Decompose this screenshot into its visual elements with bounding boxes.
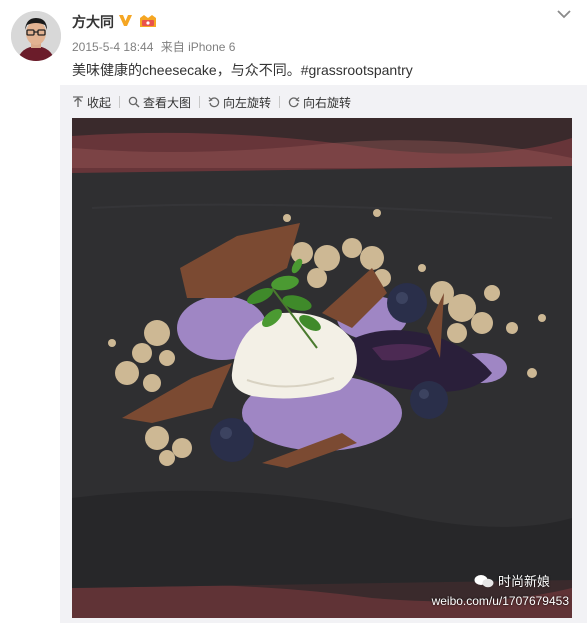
post-source[interactable]: 来自 iPhone 6 (161, 40, 236, 54)
magnifier-icon (128, 96, 140, 108)
view-large-button[interactable]: 查看大图 (128, 94, 191, 111)
media-panel: 收起 查看大图 向左旋转 向右旋转 时尚新娘 weibo.com/u/17076… (60, 85, 587, 623)
toolbar-divider (119, 96, 121, 108)
wechat-icon (474, 574, 494, 587)
post-photo[interactable]: 时尚新娘 weibo.com/u/1707679453 (72, 118, 572, 618)
vip-badge-icon[interactable] (138, 13, 158, 29)
watermark-logo: 时尚新娘 (474, 571, 550, 590)
collapse-button[interactable]: 收起 (72, 94, 111, 111)
rotate-left-button[interactable]: 向左旋转 (208, 94, 271, 111)
author-name[interactable]: 方大同 (72, 12, 114, 32)
post-timestamp[interactable]: 2015-5-4 18:44 (72, 40, 153, 54)
toolbar-divider (279, 96, 281, 108)
toolbar-divider (199, 96, 201, 108)
rotate-left-label: 向左旋转 (223, 95, 272, 110)
view-large-label: 查看大图 (143, 95, 192, 110)
verified-v-icon[interactable] (118, 13, 133, 28)
collapse-label: 收起 (87, 95, 112, 110)
avatar[interactable] (11, 11, 61, 61)
post-meta: 2015-5-4 18:44 来自 iPhone 6 (72, 38, 239, 55)
rotate-right-button[interactable]: 向右旋转 (288, 94, 351, 111)
media-toolbar: 收起 查看大图 向左旋转 向右旋转 (72, 93, 351, 111)
avatar-image (11, 11, 61, 61)
rotate-right-label: 向右旋转 (303, 95, 352, 110)
watermark-url: weibo.com/u/1707679453 (431, 594, 569, 608)
cheesecake-photo (72, 118, 572, 618)
watermark-logo-text: 时尚新娘 (497, 574, 550, 589)
post-text: 美味健康的cheesecake，与众不同。#grassrootspantry (72, 62, 413, 78)
rotate-left-icon (208, 97, 220, 108)
collapse-icon (73, 96, 83, 107)
chevron-down-icon[interactable] (556, 8, 572, 20)
rotate-right-icon (288, 97, 300, 108)
